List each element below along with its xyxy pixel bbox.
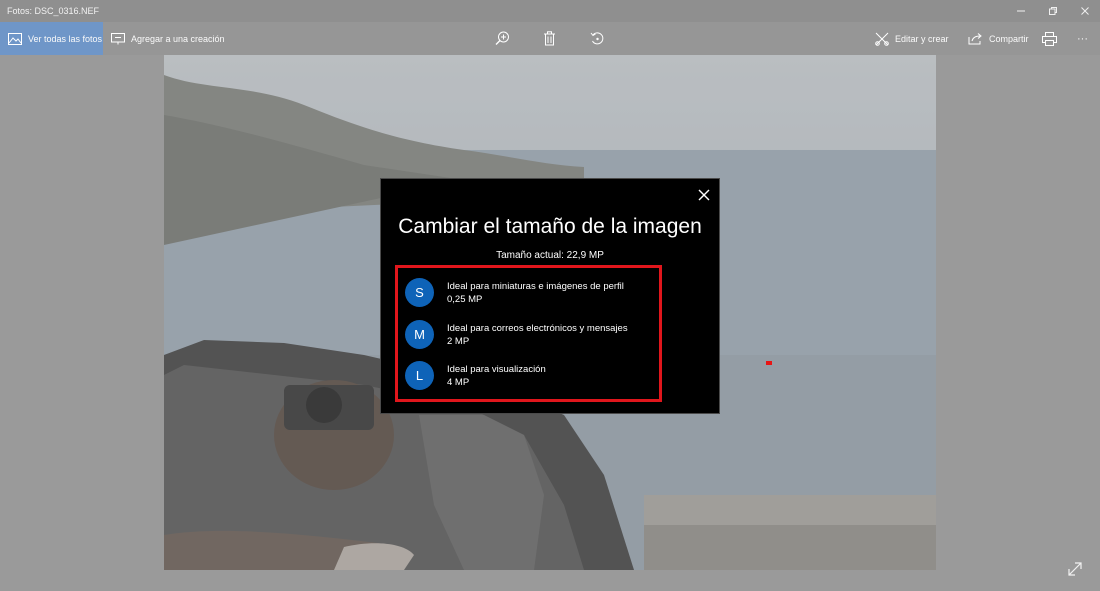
delete-button[interactable] [543,22,556,55]
window-title: Fotos: DSC_0316.NEF [7,6,100,16]
share-button[interactable]: Compartir [968,22,1029,55]
size-option-small[interactable]: S Ideal para miniaturas e imágenes de pe… [405,276,655,310]
edit-and-create-label: Editar y crear [895,33,949,44]
more-options-button[interactable]: ··· [1077,22,1088,55]
fullscreen-button[interactable] [1067,561,1083,582]
close-window-button[interactable] [1069,0,1100,22]
rotate-button[interactable] [590,22,605,55]
title-bar: Fotos: DSC_0316.NEF [0,0,1100,22]
restore-icon [1049,7,1057,15]
size-badge: M [405,320,434,349]
toolbar: Ver todas las fotos Agregar a una creaci… [0,22,1100,55]
trash-icon [544,31,555,46]
close-icon [1081,7,1089,15]
resize-dialog: Cambiar el tamaño de la imagen Tamaño ac… [380,178,720,414]
cursor-marker [766,361,772,365]
photo-gallery-icon [8,32,22,45]
add-to-creation-label: Agregar a una creación [131,33,225,44]
rotate-icon [590,32,604,45]
dialog-close-button[interactable] [697,188,711,202]
edit-scissors-icon [875,32,889,46]
expand-icon [1068,562,1082,576]
printer-icon [1042,31,1057,46]
share-icon [968,33,982,45]
see-all-photos-button[interactable]: Ver todas las fotos [0,22,103,55]
size-option-description: Ideal para miniaturas e imágenes de perf… [447,281,624,292]
size-option-description: Ideal para visualización [447,364,546,375]
size-option-megapixels: 2 MP [447,336,470,347]
size-option-megapixels: 0,25 MP [447,294,483,305]
current-size-label: Tamaño actual: 22,9 MP [496,250,604,261]
size-option-megapixels: 4 MP [447,377,470,388]
add-creation-icon [111,32,125,44]
close-icon [698,189,710,201]
size-option-description: Ideal para correos electrónicos y mensaj… [447,323,628,334]
minimize-icon [1017,10,1025,12]
restore-button[interactable] [1037,0,1069,22]
see-all-photos-label: Ver todas las fotos [28,33,103,44]
edit-and-create-button[interactable]: Editar y crear [875,22,949,55]
size-badge: S [405,278,434,307]
size-option-medium[interactable]: M Ideal para correos electrónicos y mens… [405,318,655,352]
zoom-button[interactable] [495,22,510,55]
minimize-button[interactable] [1005,0,1037,22]
dialog-title: Cambiar el tamaño de la imagen [398,215,702,238]
size-options-group: S Ideal para miniaturas e imágenes de pe… [395,265,662,402]
add-to-creation-button[interactable]: Agregar a una creación [111,22,225,55]
print-button[interactable] [1042,22,1057,55]
more-options-icon: ··· [1077,32,1088,45]
size-option-large[interactable]: L Ideal para visualización 4 MP [405,359,655,393]
zoom-in-icon [495,31,509,45]
size-badge: L [405,361,434,390]
share-label: Compartir [989,33,1029,44]
